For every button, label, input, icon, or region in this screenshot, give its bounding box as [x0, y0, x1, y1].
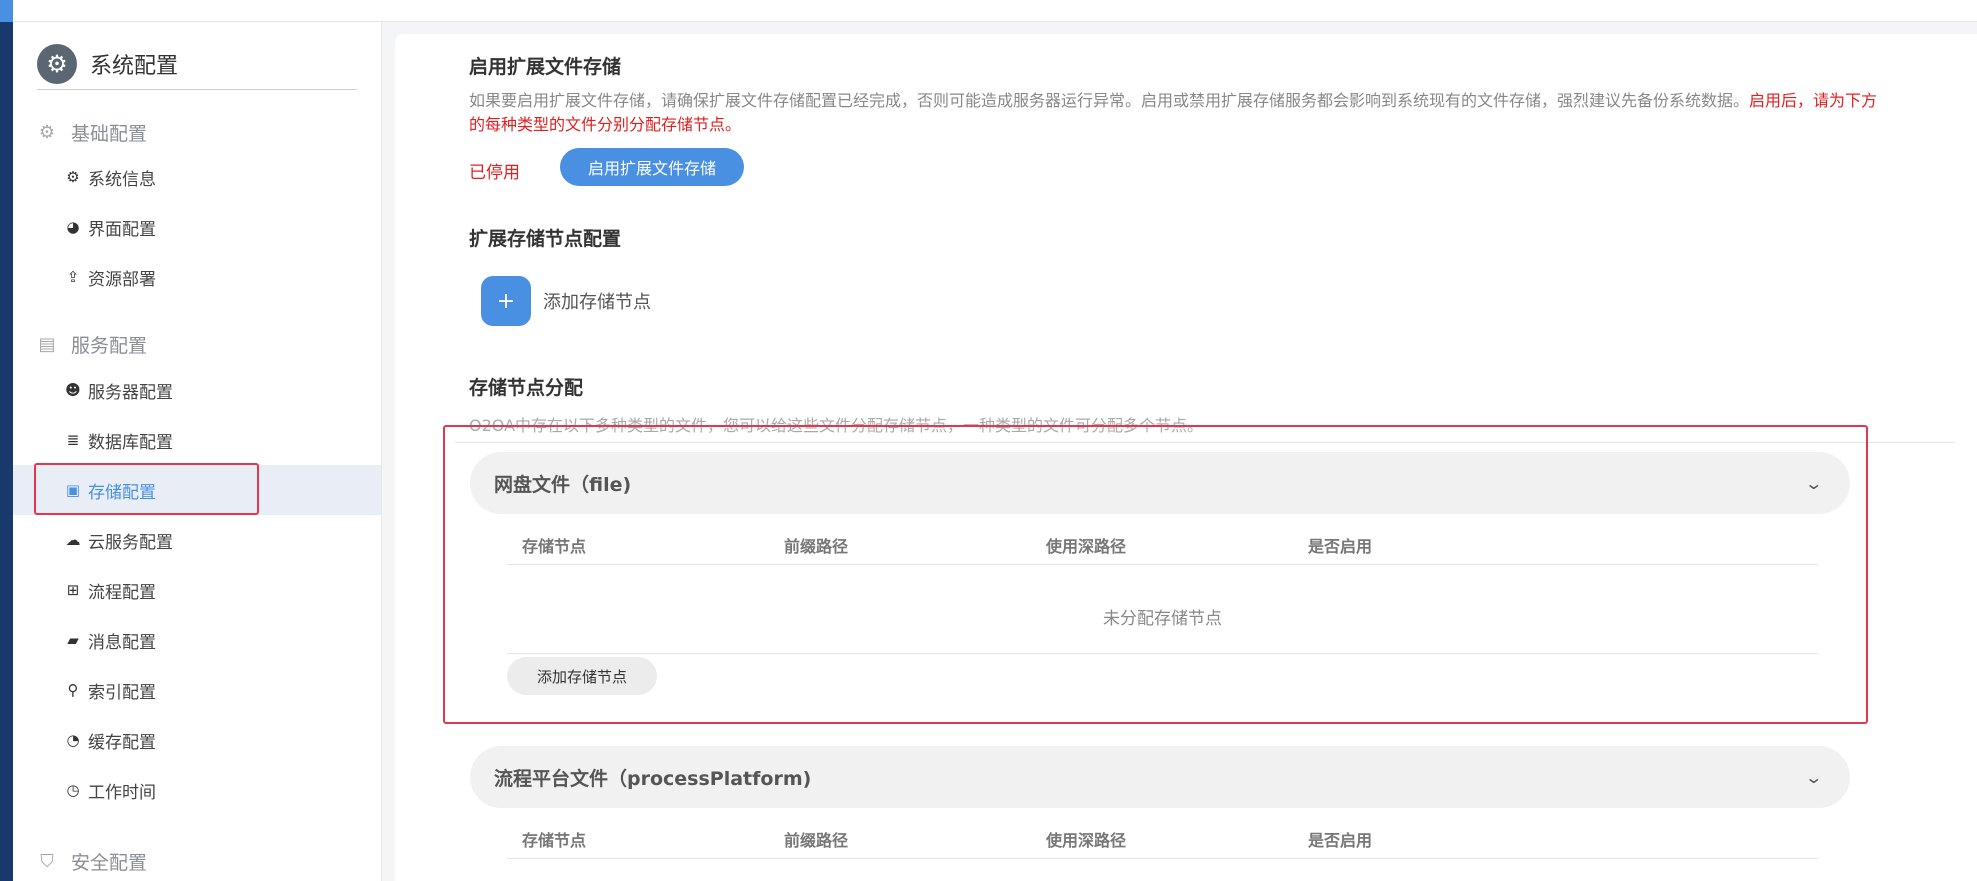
upload-icon: ⇪	[66, 268, 80, 286]
chevron-down-icon[interactable]: ⌄	[1804, 768, 1823, 787]
sidebar-title: 系统配置	[90, 53, 179, 79]
sidebar-item-label: 流程配置	[88, 582, 156, 603]
panel-process-platform-header[interactable]: 流程平台文件（processPlatform) ⌄	[470, 746, 1850, 808]
sidebar-item-label: 系统信息	[88, 169, 156, 190]
sidebar-item-worktime[interactable]: ◷ 工作时间	[13, 765, 381, 815]
gear-icon: ⚙	[38, 122, 56, 143]
cloud-icon: ☁	[65, 531, 81, 549]
sidebar-item-label: 索引配置	[88, 682, 156, 703]
sidebar-item-label: 服务器配置	[88, 382, 173, 403]
app-rail	[0, 0, 13, 881]
sidebar: ⚙ 系统配置 ⚙ 基础配置 ⚙ 系统信息 ◕ 界面配置 ⇪ 资源部署 ▤ 服务配…	[13, 22, 382, 881]
column-header: 使用深路径	[1046, 830, 1127, 850]
sidebar-item-resources[interactable]: ⇪ 资源部署	[13, 252, 381, 302]
sidebar-item-message[interactable]: ▰ 消息配置	[13, 615, 381, 665]
enable-ext-storage-button[interactable]: 启用扩展文件存储	[560, 148, 744, 186]
sidebar-header: ⚙ 系统配置	[37, 38, 357, 90]
server-user-icon: ☻	[65, 381, 81, 399]
add-storage-node[interactable]: + 添加存储节点	[481, 276, 651, 326]
sidebar-item-index[interactable]: ⚲ 索引配置	[13, 665, 381, 715]
sidebar-item-server[interactable]: ☻ 服务器配置	[13, 365, 381, 415]
message-icon: ▰	[67, 631, 79, 649]
database-icon: ≣	[66, 431, 80, 449]
top-bar	[13, 0, 1977, 22]
highlight-box	[34, 463, 259, 515]
ext-storage-desc-text: 如果要启用扩展文件存储，请确保扩展文件存储配置已经完成，否则可能造成服务器运行异…	[469, 91, 1750, 110]
assignment-title: 存储节点分配	[469, 377, 584, 399]
sidebar-item-label: 界面配置	[88, 219, 156, 240]
sidebar-item-label: 消息配置	[88, 632, 156, 653]
sidebar-item-label: 云服务配置	[88, 532, 173, 553]
app-rail-cap	[0, 0, 13, 22]
status-badge: 已停用	[469, 163, 520, 183]
sidebar-item-database[interactable]: ≣ 数据库配置	[13, 415, 381, 465]
sidebar-group-label: 服务配置	[71, 335, 148, 357]
sidebar-item-system-info[interactable]: ⚙ 系统信息	[13, 152, 381, 202]
sidebar-item-cloud[interactable]: ☁ 云服务配置	[13, 515, 381, 565]
column-header: 是否启用	[1308, 830, 1373, 850]
sidebar-item-label: 工作时间	[88, 782, 156, 803]
gear-icon: ⚙	[66, 168, 80, 186]
ext-storage-title: 启用扩展文件存储	[469, 56, 622, 78]
column-header: 前缀路径	[784, 830, 849, 850]
sidebar-group-security[interactable]: ⛉ 安全配置	[37, 848, 147, 875]
sidebar-item-label: 资源部署	[88, 269, 156, 290]
search-icon: ⚲	[67, 681, 79, 699]
sidebar-item-flow[interactable]: ⊞ 流程配置	[13, 565, 381, 615]
sidebar-group-label: 安全配置	[71, 852, 148, 874]
sidebar-item-ui[interactable]: ◕ 界面配置	[13, 202, 381, 252]
table-header-row: 存储节点 前缀路径 使用深路径 是否启用	[507, 819, 1818, 859]
pie-icon: ◔	[66, 731, 80, 749]
panel-title: 流程平台文件（processPlatform)	[494, 767, 812, 790]
sidebar-item-label: 数据库配置	[88, 432, 173, 453]
sidebar-item-cache[interactable]: ◔ 缓存配置	[13, 715, 381, 765]
stopwatch-icon: ◷	[66, 781, 80, 799]
server-icon: ▤	[38, 334, 56, 355]
shield-icon: ⛉	[40, 851, 54, 872]
sidebar-group-basic[interactable]: ⚙ 基础配置	[37, 119, 147, 146]
palette-icon: ◕	[66, 218, 80, 236]
flow-icon: ⊞	[66, 581, 80, 599]
column-header: 存储节点	[522, 830, 587, 850]
node-config-title: 扩展存储节点配置	[469, 228, 622, 250]
highlight-box	[443, 425, 1868, 724]
plus-icon[interactable]: +	[481, 276, 531, 326]
ext-storage-description: 如果要启用扩展文件存储，请确保扩展文件存储配置已经完成，否则可能造成服务器运行异…	[469, 89, 1889, 137]
sidebar-item-label: 缓存配置	[88, 732, 156, 753]
add-storage-node-label[interactable]: 添加存储节点	[543, 288, 651, 314]
gear-icon: ⚙	[37, 43, 77, 84]
sidebar-group-service[interactable]: ▤ 服务配置	[37, 331, 147, 358]
sidebar-group-label: 基础配置	[71, 123, 148, 145]
